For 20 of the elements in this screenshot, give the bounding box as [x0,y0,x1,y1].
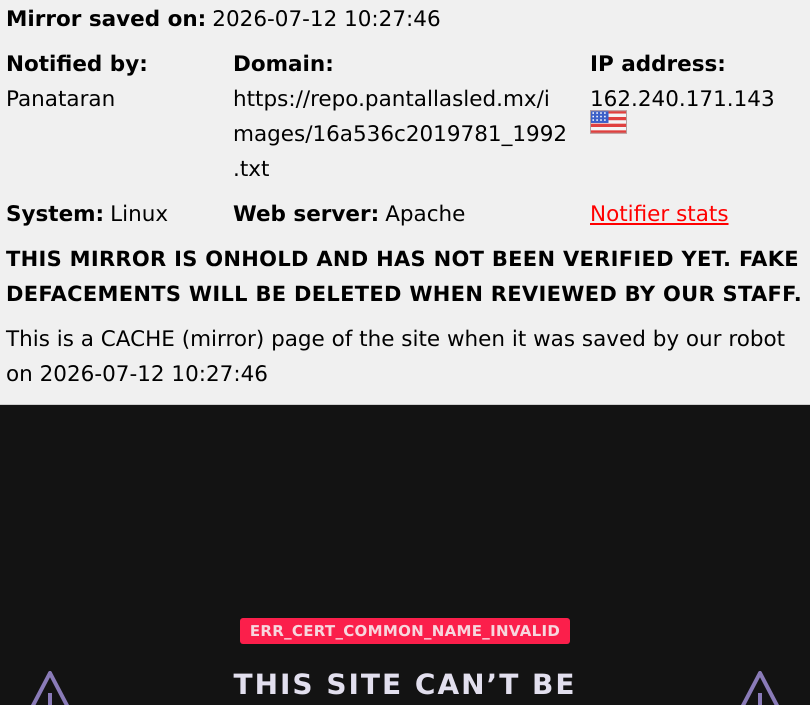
error-code-badge: ERR_CERT_COMMON_NAME_INVALID [240,618,570,644]
warning-icon [740,671,780,705]
notifier-stats-link[interactable]: Notifier stats [590,197,729,232]
field-value: Apache [385,201,466,229]
flag-icon [590,110,627,134]
field-value: https://repo.pantallasled.mx/images/16a536c2019781_1992.txt [233,86,568,184]
field-label: Web server: [233,201,380,229]
field-value: 162.240.171.143 [590,86,775,114]
field-label: Domain: [233,51,334,79]
field-label: System: [6,201,104,229]
page-heading: THIS SITE CAN’T BE [233,668,577,702]
warning-icon [30,671,70,705]
field-label: Notified by: [6,51,148,79]
field-label: Mirror saved on: [6,6,206,34]
cache-notice: This is a CACHE (mirror) page of the site when it was saved by our robot on 2026-07-12 10:27:46 [6,326,786,389]
field-value: Linux [110,201,168,229]
field-value: Panataran [6,86,116,114]
field-value: 2026-07-12 10:27:46 [212,6,441,34]
field-label: IP address: [590,51,726,79]
warning-text: THIS MIRROR IS ONHOLD AND HAS NOT BEEN VERIFIED YET. FAKE DEFACEMENTS WILL BE DELETED WHEN REVIEWED BY OUR STAFF. [6,246,803,308]
